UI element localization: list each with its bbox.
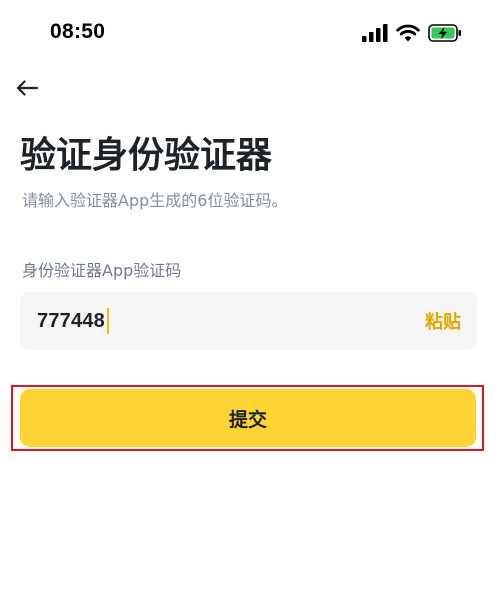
status-icons (362, 22, 462, 44)
status-bar: 08:50 (0, 0, 497, 64)
verify-authenticator-screen: 08:50 验证身份验证器 请输入验证器App生成的6位验证码。 身份验证器Ap… (0, 0, 497, 600)
cellular-signal-icon (362, 24, 388, 42)
status-time: 08:50 (50, 20, 106, 43)
wifi-icon (396, 24, 420, 42)
back-arrow-icon (16, 80, 38, 96)
paste-button[interactable]: 粘贴 (425, 308, 461, 334)
page-title: 验证身份验证器 (20, 135, 273, 176)
page-subtitle: 请输入验证器App生成的6位验证码。 (22, 191, 288, 210)
authenticator-code-label: 身份验证器App验证码 (22, 261, 182, 280)
battery-charging-icon (428, 24, 461, 42)
submit-button[interactable]: 提交 (20, 389, 476, 447)
authenticator-code-value: 777448 (37, 309, 105, 332)
text-caret (106, 308, 109, 334)
authenticator-code-input[interactable]: 777448 粘贴 (20, 292, 477, 350)
back-button[interactable] (14, 76, 40, 100)
